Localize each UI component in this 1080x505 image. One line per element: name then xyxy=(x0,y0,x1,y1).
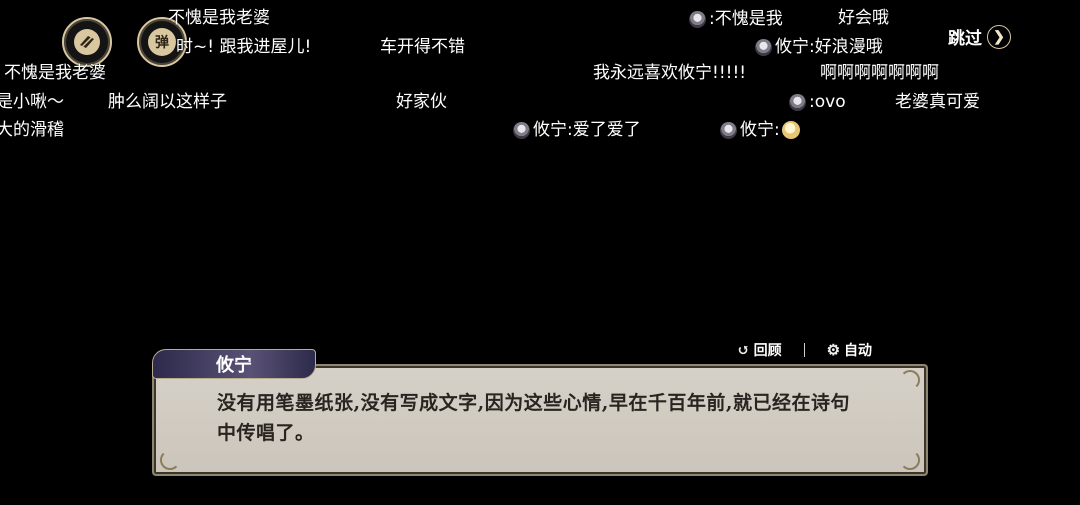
story-log-button[interactable] xyxy=(62,17,112,67)
danmaku-comment: 好家伙 xyxy=(396,92,447,112)
user-avatar xyxy=(513,121,530,139)
danmaku-comment: 攸宁:好浪漫哦 xyxy=(755,37,883,57)
danmaku-comment: 时~! 跟我进屋儿! xyxy=(176,37,312,57)
danmaku-comment: 攸宁:爱了爱了 xyxy=(513,120,641,140)
danmaku-comment: 啊啊啊啊啊啊啊 xyxy=(820,63,939,83)
danmaku-comment: 肿么阔以这样子 xyxy=(108,92,227,112)
skip-button[interactable]: 跳过 ❯ xyxy=(948,24,1011,49)
user-avatar xyxy=(755,38,772,56)
book-feather-icon xyxy=(74,29,100,55)
dialog-box[interactable]: 没有用笔墨纸张,没有写成文字,因为这些心情,早在千百年前,就已经在诗句中传唱了。 xyxy=(152,364,928,476)
danmaku-comment: 大的滑稽 xyxy=(0,120,64,140)
danmaku-comment: 车开得不错 xyxy=(380,37,465,57)
danmaku-comment: 好会哦 xyxy=(838,8,889,28)
danmaku-comment: 我永远喜欢攸宁!!!!! xyxy=(593,63,747,83)
danmaku-comment: :不愧是我 xyxy=(689,9,783,29)
danmaku-comment: 攸宁: xyxy=(720,120,800,140)
danmaku-comment: 不愧是我老婆 xyxy=(4,63,106,83)
speaker-nameplate: 攸宁 xyxy=(152,349,316,379)
divider xyxy=(803,343,805,357)
emoji-sticker-icon xyxy=(781,121,800,139)
undo-icon: ↺ xyxy=(737,341,750,359)
dialog-text: 没有用笔墨纸张,没有写成文字,因为这些心情,早在千百年前,就已经在诗句中传唱了。 xyxy=(217,392,850,444)
ornament-icon xyxy=(900,450,920,470)
gear-icon: ⚙ xyxy=(826,341,841,359)
ornament-icon xyxy=(160,450,180,470)
review-button[interactable]: ↺ 回顾 xyxy=(737,340,782,360)
auto-play-button[interactable]: ⚙ 自动 xyxy=(827,340,872,360)
danmaku-icon: 弹 xyxy=(148,28,176,56)
dialog-controls: ↺ 回顾 ⚙ 自动 xyxy=(737,340,872,360)
user-avatar xyxy=(789,93,806,111)
skip-label: 跳过 xyxy=(948,29,982,49)
danmaku-comment: 不愧是我老婆 xyxy=(168,8,270,28)
user-avatar xyxy=(689,10,706,28)
danmaku-comment: 是小啾～ xyxy=(0,92,64,112)
danmaku-comment: :ovo xyxy=(789,92,846,112)
chevron-right-icon: ❯ xyxy=(987,24,1011,49)
user-avatar xyxy=(720,121,737,139)
ornament-icon xyxy=(900,370,920,390)
danmaku-comment: 老婆真可爱 xyxy=(895,92,980,112)
